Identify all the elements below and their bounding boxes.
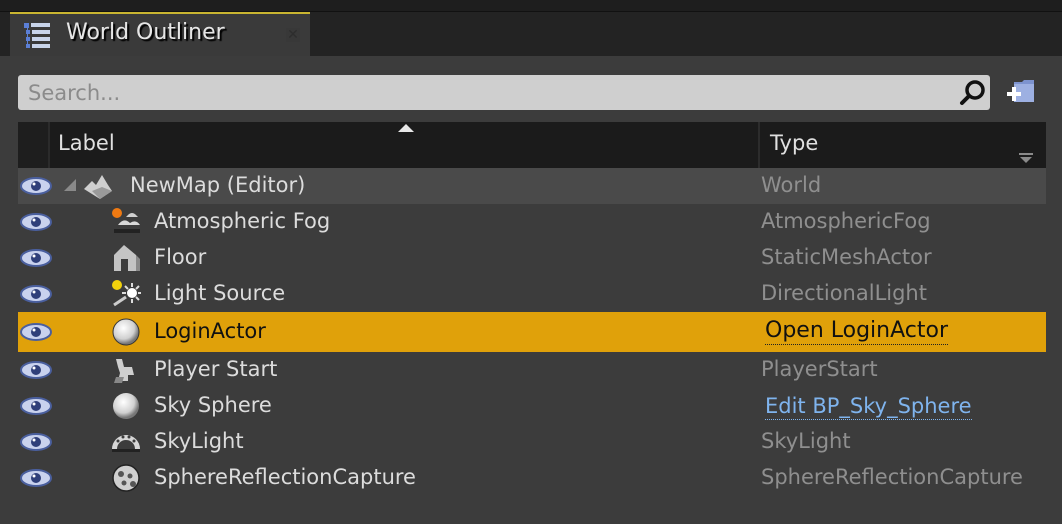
row-label: Atmospheric Fog — [154, 209, 331, 233]
window-top-bar — [0, 0, 1062, 12]
sky-light-icon — [112, 435, 140, 452]
row-type: DirectionalLight — [761, 281, 927, 305]
actor-sphere-icon — [113, 393, 139, 419]
visibility-eye-icon[interactable] — [20, 361, 52, 379]
row-type: World — [761, 173, 822, 197]
static-mesh-icon — [114, 245, 140, 271]
atmospheric-fog-icon — [112, 208, 140, 233]
row-label: SphereReflectionCapture — [154, 465, 416, 489]
visibility-column-header[interactable] — [18, 122, 50, 168]
column-options-dropdown-icon[interactable] — [1018, 152, 1034, 164]
close-icon[interactable]: ✕ — [286, 28, 300, 42]
row-label: SkyLight — [154, 429, 244, 453]
visibility-eye-icon[interactable] — [20, 285, 52, 303]
tree-row-light-source[interactable]: Light Source DirectionalLight — [18, 276, 1046, 312]
player-start-icon — [114, 359, 134, 383]
search-box[interactable] — [18, 75, 990, 110]
sort-ascending-icon[interactable] — [398, 124, 414, 132]
outliner-tree: NewMap (Editor) World Atmospheric Fog At… — [18, 168, 1046, 496]
tree-row-loginactor[interactable]: LoginActor Open LoginActor — [18, 312, 1046, 352]
row-label: Floor — [154, 245, 207, 269]
row-label: Sky Sphere — [154, 393, 272, 417]
expand-arrow-icon[interactable] — [64, 179, 76, 191]
tree-row-player-start[interactable]: Player Start PlayerStart — [18, 352, 1046, 388]
row-label: NewMap (Editor) — [130, 173, 306, 197]
directional-light-icon — [112, 280, 141, 307]
search-input[interactable] — [18, 75, 958, 110]
visibility-eye-icon[interactable] — [20, 433, 52, 451]
row-type: SkyLight — [761, 429, 851, 453]
actor-sphere-icon — [112, 318, 140, 346]
column-header: Label Type — [18, 122, 1046, 168]
type-column-header[interactable]: Type — [770, 131, 818, 155]
list-icon — [24, 23, 50, 48]
tree-row-skylight[interactable]: SkyLight SkyLight — [18, 424, 1046, 460]
row-type: AtmosphericFog — [761, 209, 931, 233]
row-type: PlayerStart — [761, 357, 878, 381]
row-type: StaticMeshActor — [761, 245, 932, 269]
label-column-header[interactable]: Label — [58, 131, 115, 155]
visibility-eye-icon[interactable] — [20, 249, 52, 267]
visibility-eye-icon[interactable] — [20, 213, 52, 231]
world-icon — [84, 175, 112, 199]
row-label: LoginActor — [154, 319, 266, 343]
row-label: Player Start — [154, 357, 278, 381]
tree-row-atmospheric-fog[interactable]: Atmospheric Fog AtmosphericFog — [18, 204, 1046, 240]
row-label: Light Source — [154, 281, 286, 305]
edit-blueprint-link[interactable]: Edit BP_Sky_Sphere — [765, 393, 972, 420]
tree-row-sky-sphere[interactable]: Sky Sphere Edit BP_Sky_Sphere — [18, 388, 1046, 424]
visibility-eye-icon[interactable] — [20, 323, 52, 341]
tab-title: World Outliner — [66, 20, 225, 45]
row-type: SphereReflectionCapture — [761, 465, 1023, 489]
visibility-eye-icon[interactable] — [20, 397, 52, 415]
tab-world-outliner[interactable]: World Outliner ✕ — [10, 12, 310, 56]
tree-row-floor[interactable]: Floor StaticMeshActor — [18, 240, 1046, 276]
open-blueprint-link[interactable]: Open LoginActor — [765, 318, 948, 345]
search-icon[interactable] — [958, 78, 988, 108]
add-folder-icon[interactable] — [1004, 76, 1040, 108]
column-divider[interactable] — [758, 122, 760, 168]
visibility-eye-icon[interactable] — [20, 469, 52, 487]
tree-row-newmap[interactable]: NewMap (Editor) World — [18, 168, 1046, 204]
tree-row-sphere-reflection-capture[interactable]: SphereReflectionCapture SphereReflection… — [18, 460, 1046, 496]
sphere-reflection-capture-icon — [112, 464, 140, 492]
visibility-eye-icon[interactable] — [20, 177, 52, 195]
